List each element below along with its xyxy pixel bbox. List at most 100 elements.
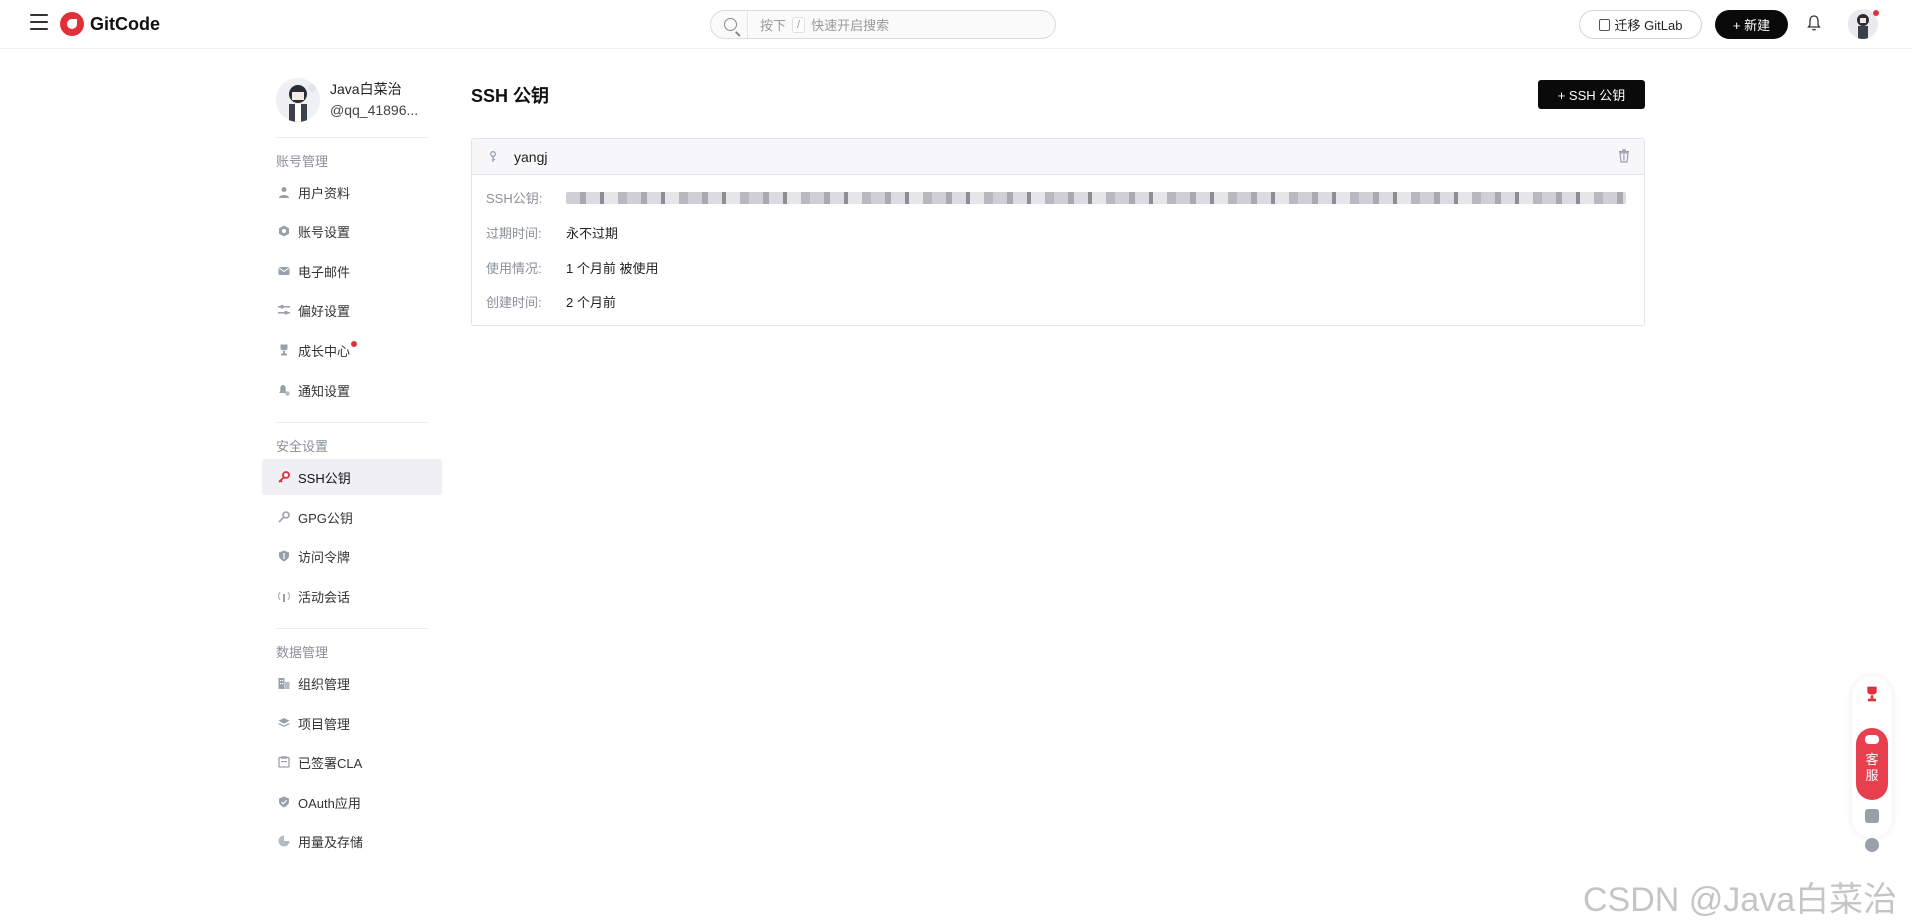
section-title-account: 账号管理	[276, 154, 329, 169]
sidebar-item-projects[interactable]: 项目管理	[262, 705, 442, 741]
avatar-notification-dot	[1873, 10, 1879, 16]
watermark: CSDN @Java白菜治	[1583, 881, 1898, 919]
smile-icon[interactable]	[1865, 838, 1879, 852]
sidebar-divider	[276, 422, 428, 423]
ssh-key-value: 1 个月前 被使用	[566, 261, 659, 276]
service-label-1: 客	[1865, 752, 1879, 767]
section-title-security: 安全设置	[276, 439, 329, 454]
signal-icon	[278, 591, 290, 602]
ssh-key-value-redacted	[566, 191, 1626, 204]
page-title: SSH 公钥	[471, 86, 550, 106]
sidebar-item-account-settings[interactable]: 账号设置	[262, 213, 442, 249]
add-ssh-key-button[interactable]: + SSH 公钥	[1538, 80, 1645, 109]
sidebar-item-organizations[interactable]: 组织管理	[262, 665, 442, 701]
top-header: GitCode 按下 / 快速开启搜索 迁移 GitLab + 新建	[0, 0, 1912, 49]
search-hint: 按下 / 快速开启搜索	[760, 15, 889, 34]
sidebar-item-email[interactable]: 电子邮件	[262, 253, 442, 289]
gitcode-logo-icon	[60, 12, 84, 36]
avatar-illustration-icon	[289, 84, 316, 122]
sidebar-item-oauth-apps[interactable]: OAuth应用	[262, 784, 442, 820]
sidebar-item-label: 通知设置	[298, 383, 351, 399]
customer-service-button[interactable]: 客 服	[1856, 728, 1888, 800]
sidebar-item-label: SSH公钥	[298, 470, 351, 486]
section-title-data: 数据管理	[276, 645, 329, 660]
profile-name: Java白菜治	[330, 81, 402, 97]
sidebar-item-label: OAuth应用	[298, 795, 361, 811]
key-icon	[278, 471, 290, 483]
sidebar-item-notification-settings[interactable]: 通知设置	[262, 372, 442, 408]
sidebar-divider	[276, 628, 428, 629]
chat-icon	[1865, 735, 1879, 744]
ssh-key-value: 永不过期	[566, 226, 619, 241]
ssh-key-name: yangj	[514, 148, 548, 165]
ssh-key-row-usage: 使用情况: 1 个月前 被使用	[486, 258, 658, 277]
sidebar-item-label: 已签署CLA	[298, 755, 363, 771]
sidebar-item-usage-storage[interactable]: 用量及存储	[262, 823, 442, 859]
floating-trophy-button[interactable]	[1859, 681, 1885, 707]
sidebar-item-label: 用量及存储	[298, 834, 364, 850]
ssh-key-label: 创建时间:	[486, 295, 542, 310]
search-shortcut-key: /	[792, 16, 806, 33]
ssh-key-row-public-key: SSH公钥:	[486, 188, 1626, 207]
sliders-icon	[278, 304, 290, 315]
sidebar-item-ssh-keys[interactable]: SSH公钥	[262, 459, 442, 495]
shield-check-icon	[279, 796, 289, 808]
ssh-key-row-created: 创建时间: 2 个月前	[486, 292, 616, 311]
ssh-key-header: yangj	[472, 139, 1644, 175]
shield-icon	[279, 550, 289, 562]
search-divider	[747, 11, 748, 38]
profile-handle: @qq_41896...	[330, 102, 419, 118]
profile-avatar[interactable]	[276, 78, 320, 122]
sidebar-item-label: 成长中心	[298, 343, 351, 359]
hamburger-menu-icon[interactable]	[30, 14, 48, 34]
trophy-icon	[1867, 686, 1877, 702]
search-hint-text: 快速开启搜索	[811, 18, 890, 33]
ssh-key-row-expiry: 过期时间: 永不过期	[486, 223, 618, 242]
trophy-icon	[280, 344, 288, 356]
home-icon[interactable]	[1865, 809, 1879, 823]
sidebar-item-growth-center[interactable]: 成长中心	[262, 332, 442, 368]
sidebar-item-label: 访问令牌	[298, 549, 351, 565]
sidebar-item-label: 偏好设置	[298, 303, 351, 319]
sidebar-item-label: GPG公钥	[298, 510, 353, 526]
sidebar-item-label: 活动会话	[298, 589, 351, 605]
key-icon	[278, 511, 290, 523]
sidebar-item-preferences[interactable]: 偏好设置	[262, 292, 442, 328]
sidebar-item-label: 组织管理	[298, 676, 351, 692]
sidebar-item-signed-cla[interactable]: 已签署CLA	[262, 744, 442, 780]
ssh-key-card: yangj SSH公钥: 过期时间: 永不过期 使用情况: 1 个月前 被使用 …	[471, 138, 1645, 326]
service-label-2: 服	[1865, 768, 1879, 783]
brand-name: GitCode	[90, 13, 160, 34]
layers-icon	[278, 718, 290, 727]
sidebar-divider	[276, 137, 428, 138]
migrate-gitlab-label: 迁移 GitLab	[1614, 18, 1683, 33]
notification-bell-icon[interactable]	[1806, 14, 1822, 32]
sidebar-item-label: 账号设置	[298, 224, 351, 240]
gear-icon	[279, 225, 289, 237]
key-icon	[490, 150, 496, 162]
pie-icon	[278, 835, 290, 847]
sidebar-item-gpg-keys[interactable]: GPG公钥	[262, 499, 442, 535]
document-icon	[278, 756, 290, 768]
user-icon	[279, 187, 289, 198]
ssh-key-label: SSH公钥:	[486, 191, 543, 206]
bell-gear-icon	[279, 385, 290, 396]
ssh-key-value: 2 个月前	[566, 295, 616, 310]
search-input[interactable]: 按下 / 快速开启搜索	[710, 10, 1056, 39]
migrate-gitlab-button[interactable]: 迁移 GitLab	[1579, 10, 1702, 39]
sidebar-item-profile[interactable]: 用户资料	[262, 174, 442, 210]
building-icon	[278, 678, 290, 689]
ssh-key-label: 使用情况:	[486, 261, 542, 276]
new-button[interactable]: + 新建	[1715, 10, 1788, 39]
trash-icon[interactable]	[1618, 149, 1630, 163]
sidebar-item-access-tokens[interactable]: 访问令牌	[262, 538, 442, 574]
sidebar-item-label: 项目管理	[298, 716, 351, 732]
ssh-key-label: 过期时间:	[486, 226, 542, 241]
search-icon	[724, 18, 737, 31]
sidebar-item-active-sessions[interactable]: 活动会话	[262, 578, 442, 614]
profile-card: Java白菜治 @qq_41896...	[276, 78, 418, 122]
sidebar-item-label: 用户资料	[298, 185, 351, 201]
gitcode-logo[interactable]: GitCode	[60, 12, 160, 36]
growth-center-badge	[351, 341, 357, 347]
search-hint-prefix: 按下	[760, 18, 787, 33]
